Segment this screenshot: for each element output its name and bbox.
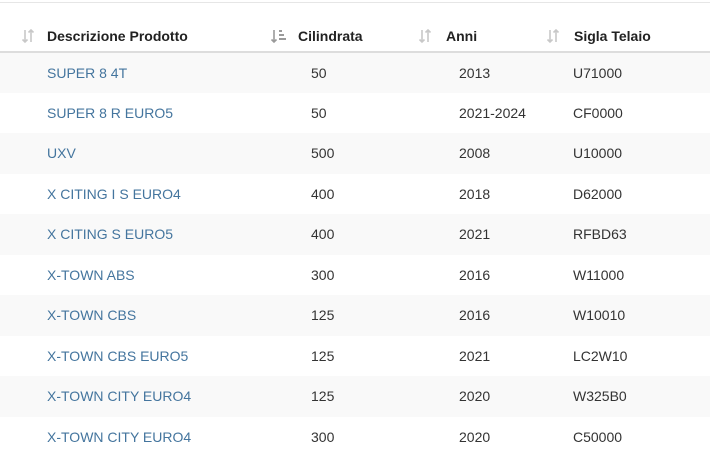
table-row: X CITING S EURO5 400 2021 RFBD63 — [0, 214, 710, 255]
product-link[interactable]: X CITING I S EURO4 — [47, 186, 181, 202]
cell-cilindrata: 50 — [311, 104, 327, 121]
cell-anni: 2021-2024 — [459, 104, 526, 121]
cell-anni: 2020 — [459, 428, 491, 445]
table-row: X-TOWN CBS 125 2016 W10010 — [0, 295, 710, 336]
column-label: Anni — [446, 27, 478, 44]
cell-cilindrata: 300 — [311, 428, 335, 445]
product-link[interactable]: X-TOWN CBS — [47, 307, 136, 323]
cell-descrizione: X CITING I S EURO4 — [0, 174, 278, 215]
table-row: X-TOWN CITY EURO4 125 2020 W325B0 — [0, 376, 710, 417]
cell-sigla: D62000 — [573, 185, 623, 202]
product-link[interactable]: UXV — [47, 145, 76, 161]
cell-cilindrata: 400 — [311, 185, 335, 202]
cell-anni: 2020 — [459, 388, 491, 405]
product-link[interactable]: X-TOWN CITY EURO4 — [47, 429, 191, 445]
cell-descrizione: SUPER 8 R EURO5 — [0, 93, 278, 134]
product-link[interactable]: SUPER 8 4T — [47, 65, 127, 81]
cell-anni: 2016 — [459, 307, 491, 324]
cell-descrizione: X CITING S EURO5 — [0, 214, 278, 255]
table-row: X-TOWN ABS 300 2016 W11000 — [0, 255, 710, 296]
sort-arrows-icon[interactable] — [21, 28, 39, 44]
cell-anni: 2008 — [459, 145, 491, 162]
table-row: X CITING I S EURO4 400 2018 D62000 — [0, 174, 710, 215]
cell-cilindrata: 50 — [311, 64, 327, 81]
cell-sigla: U10000 — [573, 145, 623, 162]
product-link[interactable]: SUPER 8 R EURO5 — [47, 105, 173, 121]
column-label: Sigla Telaio — [574, 27, 651, 44]
cell-cilindrata: 125 — [311, 347, 335, 364]
cell-sigla: C50000 — [573, 428, 623, 445]
column-label: Descrizione Prodotto — [47, 27, 188, 44]
cell-sigla: W10010 — [573, 307, 626, 324]
top-divider — [0, 2, 710, 3]
column-label: Cilindrata — [298, 27, 363, 44]
cell-descrizione: X-TOWN CBS — [0, 295, 278, 336]
cell-sigla: U71000 — [573, 64, 623, 81]
cell-cilindrata: 500 — [311, 145, 335, 162]
product-link[interactable]: X CITING S EURO5 — [47, 226, 173, 242]
cell-sigla: RFBD63 — [573, 226, 627, 243]
cell-sigla: CF0000 — [573, 104, 623, 121]
table-row: UXV 500 2008 U10000 — [0, 133, 710, 174]
table-row: SUPER 8 4T 50 2013 U71000 — [0, 52, 710, 93]
product-table-container: Descrizione Prodotto Cilindrata Anni Sig… — [0, 0, 710, 466]
cell-descrizione: X-TOWN ABS — [0, 255, 278, 296]
product-link[interactable]: X-TOWN CITY EURO4 — [47, 388, 191, 404]
cell-descrizione: SUPER 8 4T — [0, 52, 278, 93]
column-header-cilindrata[interactable]: Cilindrata — [270, 20, 426, 53]
column-header-sigla[interactable]: Sigla Telaio — [540, 20, 710, 53]
cell-anni: 2021 — [459, 226, 491, 243]
cell-sigla: LC2W10 — [573, 347, 628, 364]
cell-descrizione: X-TOWN CBS EURO5 — [0, 336, 278, 377]
cell-cilindrata: 300 — [311, 266, 335, 283]
table-row: X-TOWN CITY EURO4 300 2020 C50000 — [0, 417, 710, 458]
table-row: X-TOWN CBS EURO5 125 2021 LC2W10 — [0, 336, 710, 377]
cell-cilindrata: 125 — [311, 307, 335, 324]
cell-sigla: W11000 — [573, 266, 625, 283]
sort-arrows-icon[interactable] — [418, 28, 436, 44]
cell-anni: 2013 — [459, 64, 491, 81]
cell-anni: 2018 — [459, 185, 491, 202]
cell-cilindrata: 125 — [311, 388, 335, 405]
cell-descrizione: UXV — [0, 133, 278, 174]
cell-sigla: W325B0 — [573, 388, 627, 405]
cell-anni: 2021 — [459, 347, 491, 364]
column-header-descrizione[interactable]: Descrizione Prodotto — [0, 20, 278, 53]
column-header-anni[interactable]: Anni — [418, 20, 540, 53]
product-link[interactable]: X-TOWN ABS — [47, 267, 135, 283]
product-table: Descrizione Prodotto Cilindrata Anni Sig… — [0, 20, 710, 457]
table-row: SUPER 8 R EURO5 50 2021-2024 CF0000 — [0, 93, 710, 134]
table-header-row: Descrizione Prodotto Cilindrata Anni Sig… — [0, 20, 710, 53]
sort-amount-down-icon[interactable] — [270, 28, 288, 44]
product-link[interactable]: X-TOWN CBS EURO5 — [47, 348, 188, 364]
sort-arrows-icon[interactable] — [546, 28, 564, 44]
cell-descrizione: X-TOWN CITY EURO4 — [0, 376, 278, 417]
cell-anni: 2016 — [459, 266, 491, 283]
cell-cilindrata: 400 — [311, 226, 335, 243]
cell-descrizione: X-TOWN CITY EURO4 — [0, 417, 278, 458]
